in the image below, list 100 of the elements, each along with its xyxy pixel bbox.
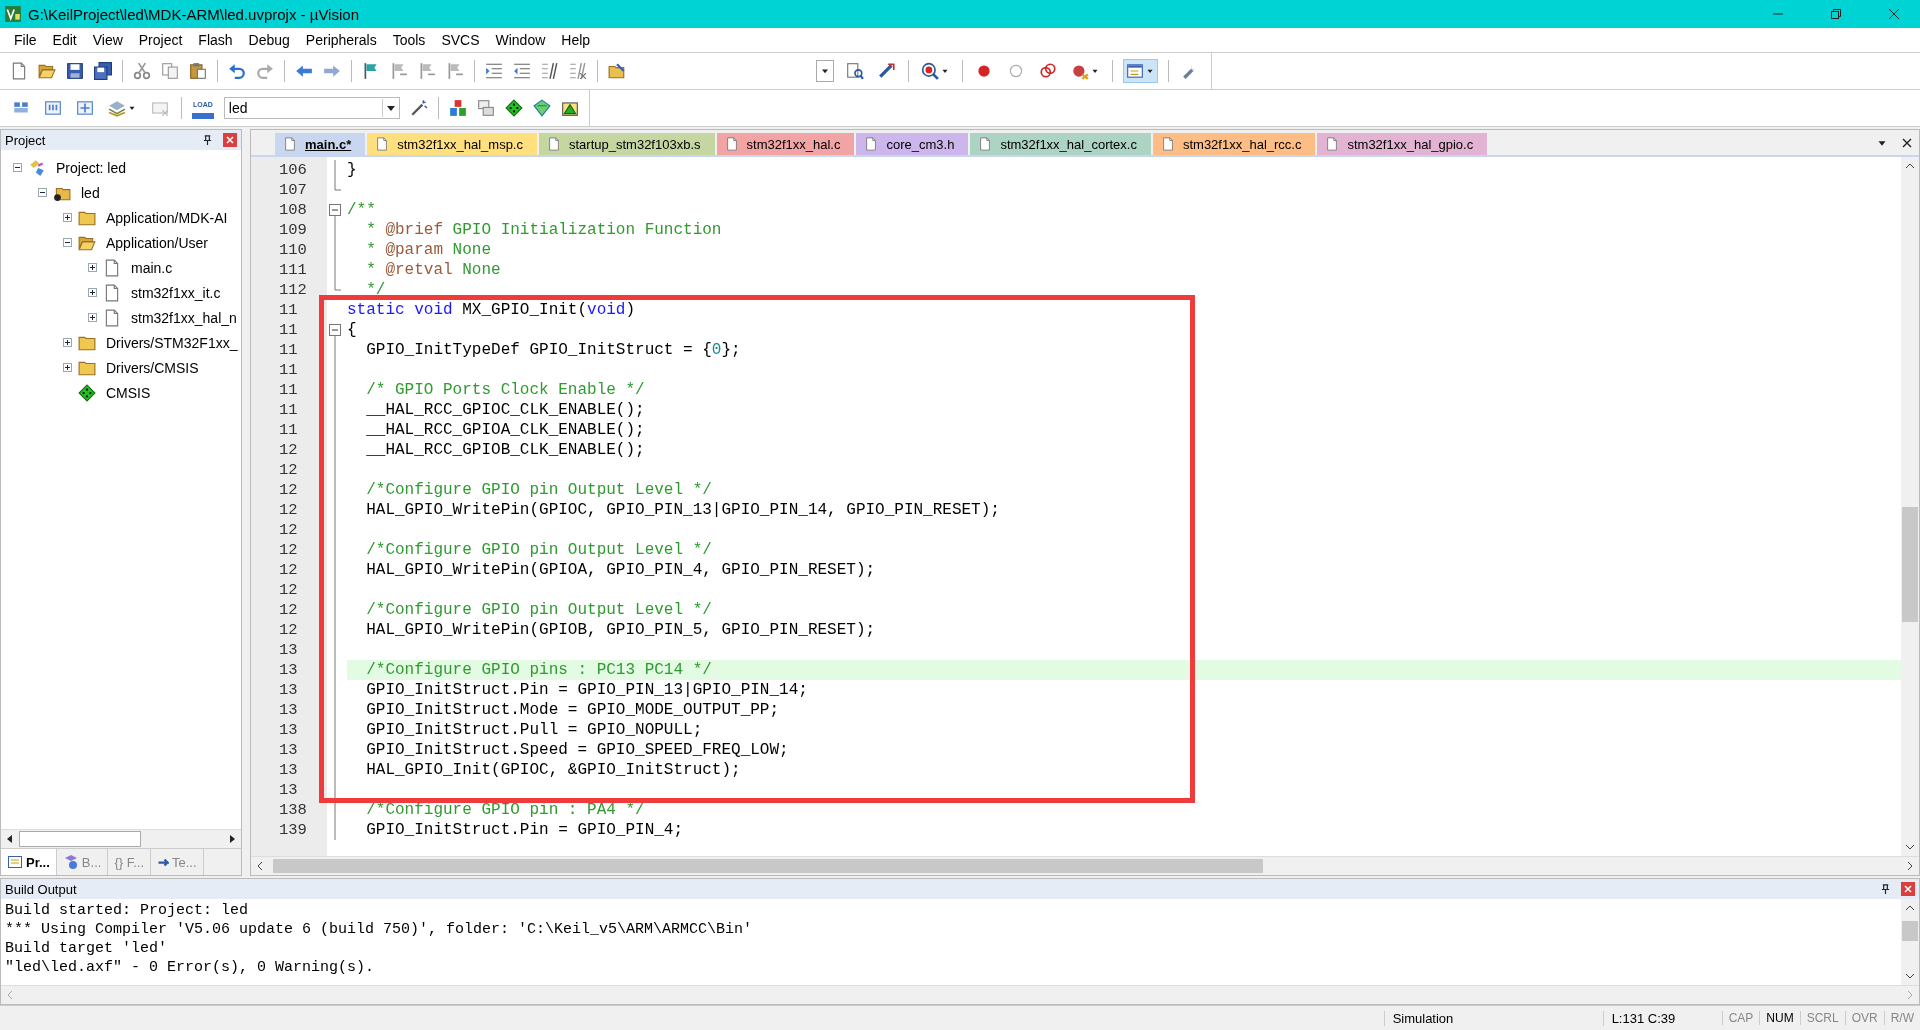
output-line: Build target 'led' <box>5 939 169 958</box>
menu-item[interactable]: Help <box>553 30 599 50</box>
vertical-scrollbar[interactable] <box>1901 157 1919 856</box>
expander-icon[interactable] <box>13 163 22 172</box>
find-in-files-icon[interactable] <box>846 62 864 80</box>
cut-icon[interactable] <box>133 62 151 80</box>
horizontal-scrollbar[interactable] <box>251 856 1919 875</box>
rings-icon[interactable] <box>1039 62 1057 80</box>
horizontal-scrollbar[interactable] <box>1 829 241 848</box>
folder-icon[interactable] <box>608 62 626 80</box>
expander-icon[interactable] <box>63 338 72 347</box>
breakpoint-icon[interactable] <box>975 62 993 80</box>
uncomment-icon[interactable] <box>569 62 587 80</box>
save-all-icon[interactable] <box>94 62 112 80</box>
expander-icon[interactable] <box>63 363 72 372</box>
file-icon <box>283 137 297 151</box>
diamond-icon[interactable] <box>504 99 523 117</box>
layers-icon[interactable] <box>108 99 126 117</box>
close-icon[interactable] <box>1888 8 1900 20</box>
restore-icon[interactable] <box>1830 8 1842 20</box>
menu-item[interactable]: Flash <box>190 30 241 50</box>
tree-item[interactable]: stm32f1xx_hal_n <box>131 309 237 326</box>
status-indicator: SCRL <box>1799 1011 1845 1025</box>
file-icon <box>103 258 121 277</box>
file-tab[interactable]: stm32f1xx_hal.c <box>716 133 855 155</box>
fold-bracket <box>334 160 341 191</box>
gem-icon[interactable] <box>532 99 551 117</box>
build-icon[interactable] <box>76 99 94 117</box>
debug-icon[interactable] <box>921 62 939 80</box>
menu-item[interactable]: File <box>6 30 45 50</box>
menu-item[interactable]: Debug <box>240 30 298 50</box>
tree-item[interactable]: main.c <box>131 259 173 276</box>
scroll-thumb[interactable] <box>19 831 141 847</box>
new-file-icon[interactable] <box>10 62 28 80</box>
tree-item[interactable]: Drivers/CMSIS <box>106 359 199 376</box>
tree-item[interactable]: led <box>81 184 100 201</box>
code-line: * @brief GPIO Initialization Function <box>365 220 722 240</box>
tree-item[interactable]: Drivers/STM32F1xx_ <box>106 334 238 351</box>
windows-icon[interactable] <box>476 99 495 117</box>
build-icon[interactable] <box>44 99 62 117</box>
menu-item[interactable]: Edit <box>44 30 85 50</box>
code-line: __HAL_RCC_GPIOB_CLK_ENABLE(); <box>365 440 645 460</box>
fold-icon[interactable] <box>329 204 341 216</box>
code-line: GPIO_InitStruct.Mode = GPIO_MODE_OUTPUT_PP; <box>365 700 780 720</box>
expander-icon[interactable] <box>38 188 47 197</box>
undo-icon[interactable] <box>228 62 246 80</box>
fold-icon[interactable] <box>329 324 341 336</box>
expander-icon[interactable] <box>63 238 72 247</box>
pin-icon[interactable] <box>1880 883 1891 895</box>
tree-item[interactable]: stm32f1xx_it.c <box>131 284 221 301</box>
tree-item[interactable]: CMSIS <box>106 384 151 401</box>
line-number: 13 <box>279 681 298 699</box>
status-indicator: R/W <box>1883 1011 1920 1025</box>
line-number: 12 <box>279 461 298 479</box>
menu-item[interactable]: View <box>84 30 131 50</box>
menu-item[interactable]: SVCS <box>433 30 488 50</box>
save-icon[interactable] <box>66 62 84 80</box>
tree-item[interactable]: Application/User <box>106 234 208 251</box>
expander-icon[interactable] <box>88 263 97 272</box>
file-tab[interactable]: main.c* <box>275 133 366 155</box>
file-tab[interactable]: core_cm3.h <box>856 133 969 155</box>
file-tab[interactable]: startup_stm32f103xb.s <box>539 133 715 155</box>
wand-icon[interactable] <box>409 99 428 117</box>
tree-item[interactable]: Project: led <box>56 159 127 176</box>
open-folder-icon[interactable] <box>38 62 56 80</box>
pin-icon[interactable] <box>202 134 213 146</box>
panel-tab[interactable]: Pr... <box>1 849 57 875</box>
packs-icon[interactable] <box>560 99 579 117</box>
close-icon[interactable] <box>1901 136 1913 149</box>
expander-icon[interactable] <box>88 313 97 322</box>
vertical-scrollbar[interactable] <box>1901 899 1919 985</box>
window-icon[interactable] <box>1126 62 1144 80</box>
expander-icon[interactable] <box>63 213 72 222</box>
breakpoint-icon[interactable] <box>1071 62 1089 80</box>
file-tab[interactable]: stm32f1xx_hal_gpio.c <box>1317 133 1488 155</box>
line-number: 11 <box>279 321 298 339</box>
file-tab[interactable]: stm32f1xx_hal_rcc.c <box>1152 133 1316 155</box>
scroll-thumb[interactable] <box>1902 506 1918 622</box>
line-number: 11 <box>279 301 298 319</box>
menu-item[interactable]: Project <box>130 30 191 50</box>
line-number: 13 <box>279 661 298 679</box>
tree-item[interactable]: Application/MDK-AI <box>106 209 228 226</box>
menu-item[interactable]: Window <box>487 30 554 50</box>
target-dropdown[interactable]: led <box>223 97 400 119</box>
outdent-icon[interactable] <box>513 62 531 80</box>
menu-item[interactable]: Peripherals <box>297 30 385 50</box>
line-number: 11 <box>279 381 298 399</box>
boxes-icon[interactable] <box>448 99 467 117</box>
paste-icon[interactable] <box>189 62 207 80</box>
comment-icon[interactable] <box>541 62 559 80</box>
file-tab[interactable]: stm32f1xx_hal_cortex.c <box>970 133 1151 155</box>
expander-icon[interactable] <box>88 288 97 297</box>
file-tab[interactable]: stm32f1xx_hal_msp.c <box>367 133 537 155</box>
scroll-thumb[interactable] <box>273 859 1263 873</box>
file-icon <box>864 137 879 151</box>
dropdown-field[interactable] <box>816 60 834 82</box>
code-line: } <box>347 160 357 180</box>
indent-icon[interactable] <box>485 62 503 80</box>
menu-item[interactable]: Tools <box>384 30 434 50</box>
scroll-thumb[interactable] <box>1902 921 1918 941</box>
